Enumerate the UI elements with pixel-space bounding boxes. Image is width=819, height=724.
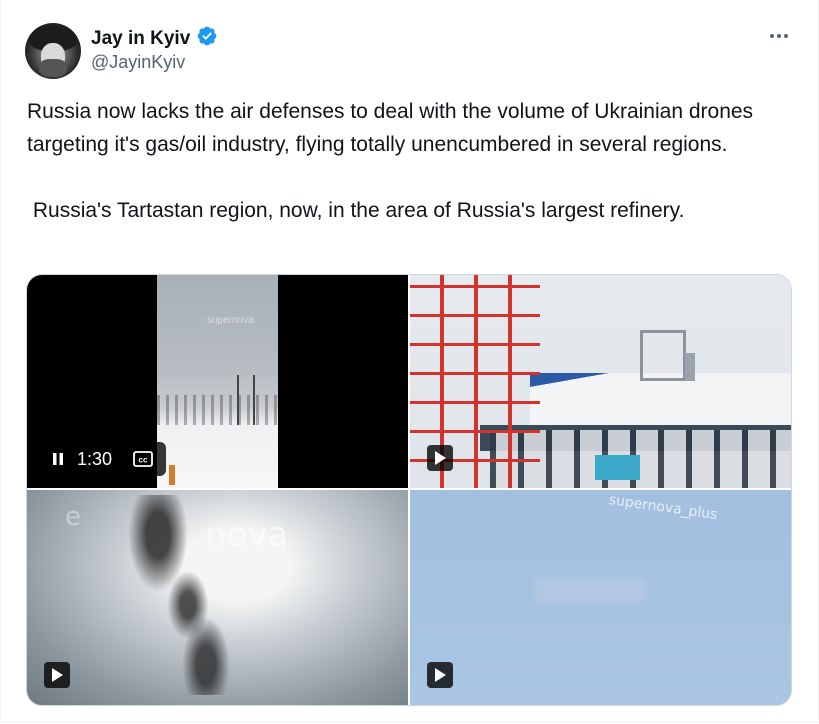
post — [169, 465, 175, 485]
power-tower — [237, 375, 255, 425]
tweet-text: Russia now lacks the air defenses to dea… — [27, 95, 797, 227]
video-tile-4[interactable]: supernova_plus — [410, 490, 791, 705]
svg-text:cc: cc — [139, 456, 148, 465]
rooftop-vent — [685, 353, 695, 381]
author-handle[interactable]: @JayinKyiv — [91, 52, 185, 73]
play-icon[interactable] — [427, 445, 453, 471]
video-time: 1:30 — [77, 449, 113, 469]
tweet-paragraph-2: Russia's Tartastan region, now, in the a… — [27, 199, 685, 222]
avatar[interactable] — [25, 23, 81, 79]
rooftop-structure — [640, 330, 686, 381]
cc-icon[interactable]: cc — [133, 451, 155, 467]
watermark-text: nova — [205, 515, 288, 555]
author-name[interactable]: Jay in Kyiv — [91, 28, 190, 50]
play-icon[interactable] — [427, 662, 453, 688]
avatar-beard — [39, 59, 67, 77]
author-name-row: Jay in Kyiv — [91, 25, 218, 52]
pause-icon[interactable] — [51, 452, 65, 466]
video-tile-2[interactable] — [410, 275, 791, 488]
video-1-frame: supernova — [157, 275, 278, 488]
blurred-object — [535, 578, 645, 602]
play-icon[interactable] — [44, 662, 70, 688]
more-horizontal-icon[interactable] — [767, 28, 791, 44]
watermark-text: supernova_plus — [608, 492, 719, 523]
video-controls: 1:30 cc — [40, 442, 166, 476]
video-tile-1[interactable]: supernova 1:30 cc — [27, 275, 408, 488]
verified-badge-icon — [196, 25, 218, 52]
watermark-text: supernova — [207, 315, 254, 326]
tweet-card: Jay in Kyiv @JayinKyiv Russia now lacks … — [0, 0, 819, 723]
watermark-text-2: e — [65, 502, 81, 532]
media-grid: supernova 1:30 cc e — [26, 274, 792, 706]
tweet-paragraph-1: Russia now lacks the air defenses to dea… — [27, 100, 759, 156]
blue-sign — [595, 455, 640, 480]
video-tile-3[interactable]: nova e — [27, 490, 408, 705]
trees — [157, 395, 278, 425]
